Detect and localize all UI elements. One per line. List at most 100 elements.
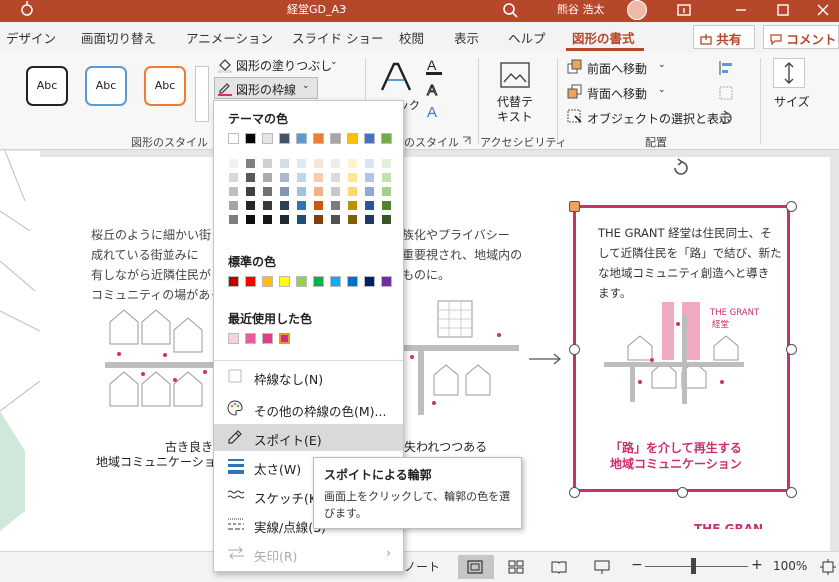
theme-shade-swatch[interactable] — [262, 200, 273, 211]
theme-shade-swatch[interactable] — [313, 200, 324, 211]
standard-color-swatch[interactable] — [364, 276, 375, 287]
tab-transitions[interactable]: 画面切り替え — [81, 28, 156, 47]
theme-shade-swatch[interactable] — [296, 186, 307, 197]
theme-shade-swatch[interactable] — [296, 200, 307, 211]
chevron-down-icon[interactable]: ⌄ — [658, 60, 666, 70]
resize-handle-br[interactable] — [786, 487, 797, 498]
alt-text-button-line1[interactable]: 代替テ キスト — [497, 95, 533, 125]
theme-color-swatch[interactable] — [381, 133, 392, 144]
fit-slide-icon[interactable] — [820, 559, 836, 575]
theme-shade-swatch[interactable] — [228, 186, 239, 197]
shape-fill-button[interactable]: 図形の塗りつぶし — [236, 57, 332, 74]
theme-shade-swatch[interactable] — [228, 158, 239, 169]
zoom-out-button[interactable]: − — [631, 557, 643, 573]
dialog-launcher-icon[interactable] — [462, 136, 471, 145]
theme-shade-swatch[interactable] — [296, 214, 307, 225]
standard-color-swatch[interactable] — [347, 276, 358, 287]
style-gallery-scroll[interactable] — [195, 66, 209, 122]
recent-color-swatch[interactable] — [262, 333, 273, 344]
eyedropper-item[interactable]: スポイト(E) — [214, 424, 403, 451]
theme-shade-swatch[interactable] — [330, 158, 341, 169]
theme-shade-swatch[interactable] — [313, 172, 324, 183]
avatar[interactable] — [627, 0, 647, 20]
resize-handle-bl[interactable] — [569, 487, 580, 498]
text-effects-icon[interactable]: A — [424, 103, 446, 121]
notes-button[interactable]: ノート — [404, 558, 440, 575]
standard-color-swatch[interactable] — [262, 276, 273, 287]
tab-review[interactable]: 校閲 — [399, 28, 424, 47]
shape-style-black[interactable]: Abc — [26, 66, 68, 106]
theme-shade-swatch[interactable] — [364, 200, 375, 211]
theme-shade-swatch[interactable] — [262, 158, 273, 169]
theme-color-swatch[interactable] — [364, 133, 375, 144]
theme-shade-swatch[interactable] — [330, 200, 341, 211]
theme-shade-swatch[interactable] — [313, 186, 324, 197]
standard-color-swatch[interactable] — [381, 276, 392, 287]
theme-shade-swatch[interactable] — [262, 172, 273, 183]
comment-button[interactable]: コメント — [763, 25, 839, 49]
theme-color-swatch[interactable] — [296, 133, 307, 144]
standard-color-swatch[interactable] — [330, 276, 341, 287]
recent-color-swatch[interactable] — [279, 333, 290, 344]
more-outline-colors-item[interactable]: その他の枠線の色(M)... — [214, 395, 403, 422]
theme-shade-swatch[interactable] — [245, 214, 256, 225]
chevron-down-icon[interactable]: ⌄ — [330, 57, 338, 67]
theme-shade-swatch[interactable] — [364, 186, 375, 197]
zoom-slider-thumb[interactable] — [691, 558, 696, 574]
theme-shade-swatch[interactable] — [347, 214, 358, 225]
group-icon[interactable] — [718, 85, 734, 101]
theme-color-swatch[interactable] — [347, 133, 358, 144]
theme-color-swatch[interactable] — [279, 133, 290, 144]
theme-shade-swatch[interactable] — [279, 172, 290, 183]
theme-shade-swatch[interactable] — [381, 214, 392, 225]
rotate-icon[interactable] — [718, 109, 734, 125]
grant-text-box[interactable]: THE GRANT 経堂は住民同士、そ して近隣住民を「路」で結び、新た な地域コミ… — [573, 205, 790, 492]
theme-shade-swatch[interactable] — [381, 186, 392, 197]
theme-shade-swatch[interactable] — [364, 172, 375, 183]
minimize-icon[interactable] — [733, 2, 749, 18]
no-outline-item[interactable]: 枠線なし(N) — [214, 363, 403, 390]
share-button[interactable]: 共有 — [693, 25, 755, 49]
selection-pane-button[interactable]: オブジェクトの選択と表示 — [587, 110, 731, 127]
theme-shade-swatch[interactable] — [364, 214, 375, 225]
theme-shade-swatch[interactable] — [245, 172, 256, 183]
recent-color-swatch[interactable] — [228, 333, 239, 344]
standard-color-swatch[interactable] — [313, 276, 324, 287]
theme-shade-swatch[interactable] — [228, 200, 239, 211]
tab-shape-format[interactable]: 図形の書式 — [572, 28, 635, 47]
standard-color-swatch[interactable] — [279, 276, 290, 287]
resize-handle-bm[interactable] — [677, 487, 688, 498]
theme-shade-swatch[interactable] — [347, 158, 358, 169]
theme-shade-swatch[interactable] — [279, 200, 290, 211]
theme-color-swatch[interactable] — [228, 133, 239, 144]
ribbon-display-icon[interactable] — [676, 2, 692, 18]
shape-style-blue[interactable]: Abc — [85, 66, 127, 106]
theme-shade-swatch[interactable] — [347, 172, 358, 183]
close-icon[interactable] — [815, 2, 831, 18]
theme-shade-swatch[interactable] — [381, 200, 392, 211]
theme-color-swatch[interactable] — [262, 133, 273, 144]
theme-shade-swatch[interactable] — [313, 158, 324, 169]
tab-animations[interactable]: アニメーション — [186, 28, 273, 47]
arrows-item[interactable]: 矢印(R) › — [214, 540, 403, 567]
theme-shade-swatch[interactable] — [262, 186, 273, 197]
text-fill-icon[interactable]: A — [424, 57, 446, 75]
theme-shade-swatch[interactable] — [347, 200, 358, 211]
size-label[interactable]: サイズ — [774, 93, 810, 110]
maximize-icon[interactable] — [775, 2, 791, 18]
theme-shade-swatch[interactable] — [330, 172, 341, 183]
zoom-slider[interactable] — [645, 566, 748, 567]
theme-shade-swatch[interactable] — [347, 186, 358, 197]
theme-color-swatch[interactable] — [245, 133, 256, 144]
theme-shade-swatch[interactable] — [228, 214, 239, 225]
theme-shade-swatch[interactable] — [228, 172, 239, 183]
standard-color-swatch[interactable] — [296, 276, 307, 287]
theme-color-swatch[interactable] — [330, 133, 341, 144]
theme-shade-swatch[interactable] — [245, 158, 256, 169]
theme-shade-swatch[interactable] — [381, 158, 392, 169]
pin-icon[interactable] — [18, 1, 36, 19]
chevron-down-icon[interactable]: ⌄ — [302, 81, 310, 91]
standard-color-swatch[interactable] — [228, 276, 239, 287]
theme-shade-swatch[interactable] — [245, 200, 256, 211]
tab-view[interactable]: 表示 — [454, 28, 479, 47]
